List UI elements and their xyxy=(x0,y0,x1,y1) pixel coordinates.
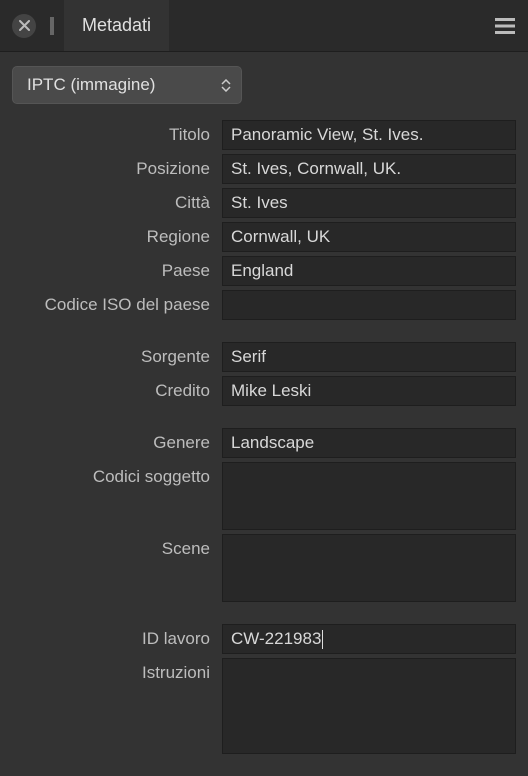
input-regione[interactable] xyxy=(222,222,516,252)
group-job: ID lavoro CW-221983 Istruzioni xyxy=(8,624,516,754)
label-regione: Regione xyxy=(8,222,222,247)
text-caret xyxy=(322,630,323,649)
dropdown-selected-label: IPTC (immagine) xyxy=(27,75,155,95)
input-citta[interactable] xyxy=(222,188,516,218)
row-paese: Paese xyxy=(8,256,516,286)
metadata-type-select[interactable]: IPTC (immagine) xyxy=(12,66,242,104)
input-id-lavoro[interactable]: CW-221983 xyxy=(222,624,516,654)
titlebar-controls xyxy=(0,0,58,51)
input-genere[interactable] xyxy=(222,428,516,458)
panel-menu-button[interactable] xyxy=(482,0,528,51)
label-scene: Scene xyxy=(8,534,222,559)
group-genre: Genere Codici soggetto Scene xyxy=(8,428,516,602)
tab-metadata[interactable]: Metadati xyxy=(64,0,169,51)
row-posizione: Posizione xyxy=(8,154,516,184)
row-codice-iso: Codice ISO del paese xyxy=(8,290,516,320)
row-regione: Regione xyxy=(8,222,516,252)
row-istruzioni: Istruzioni xyxy=(8,658,516,754)
row-sorgente: Sorgente xyxy=(8,342,516,372)
label-id-lavoro: ID lavoro xyxy=(8,624,222,649)
row-citta: Città xyxy=(8,188,516,218)
label-istruzioni: Istruzioni xyxy=(8,658,222,683)
close-icon xyxy=(19,20,30,31)
dropdown-row: IPTC (immagine) xyxy=(0,52,528,114)
label-codici-soggetto: Codici soggetto xyxy=(8,462,222,487)
label-sorgente: Sorgente xyxy=(8,342,222,367)
label-titolo: Titolo xyxy=(8,120,222,145)
input-titolo[interactable] xyxy=(222,120,516,150)
label-citta: Città xyxy=(8,188,222,213)
textarea-scene[interactable] xyxy=(222,534,516,602)
metadata-form: Titolo Posizione Città Regione Paese Cod… xyxy=(0,114,528,776)
label-posizione: Posizione xyxy=(8,154,222,179)
hamburger-icon xyxy=(495,18,515,34)
tab-label: Metadati xyxy=(82,15,151,36)
input-codice-iso[interactable] xyxy=(222,290,516,320)
drag-handle-icon[interactable] xyxy=(50,17,54,35)
group-location: Titolo Posizione Città Regione Paese Cod… xyxy=(8,120,516,320)
input-credito[interactable] xyxy=(222,376,516,406)
textarea-codici-soggetto[interactable] xyxy=(222,462,516,530)
input-posizione[interactable] xyxy=(222,154,516,184)
row-id-lavoro: ID lavoro CW-221983 xyxy=(8,624,516,654)
titlebar: Metadati xyxy=(0,0,528,52)
close-button[interactable] xyxy=(12,14,36,38)
label-codice-iso: Codice ISO del paese xyxy=(8,290,222,315)
row-genere: Genere xyxy=(8,428,516,458)
group-source: Sorgente Credito xyxy=(8,342,516,406)
label-genere: Genere xyxy=(8,428,222,453)
label-credito: Credito xyxy=(8,376,222,401)
textarea-istruzioni[interactable] xyxy=(222,658,516,754)
label-paese: Paese xyxy=(8,256,222,281)
row-codici-soggetto: Codici soggetto xyxy=(8,462,516,530)
input-id-lavoro-value: CW-221983 xyxy=(231,629,321,649)
input-paese[interactable] xyxy=(222,256,516,286)
input-sorgente[interactable] xyxy=(222,342,516,372)
metadata-panel: Metadati IPTC (immagine) Titolo xyxy=(0,0,528,776)
updown-chevron-icon xyxy=(221,79,231,92)
row-scene: Scene xyxy=(8,534,516,602)
row-titolo: Titolo xyxy=(8,120,516,150)
row-credito: Credito xyxy=(8,376,516,406)
